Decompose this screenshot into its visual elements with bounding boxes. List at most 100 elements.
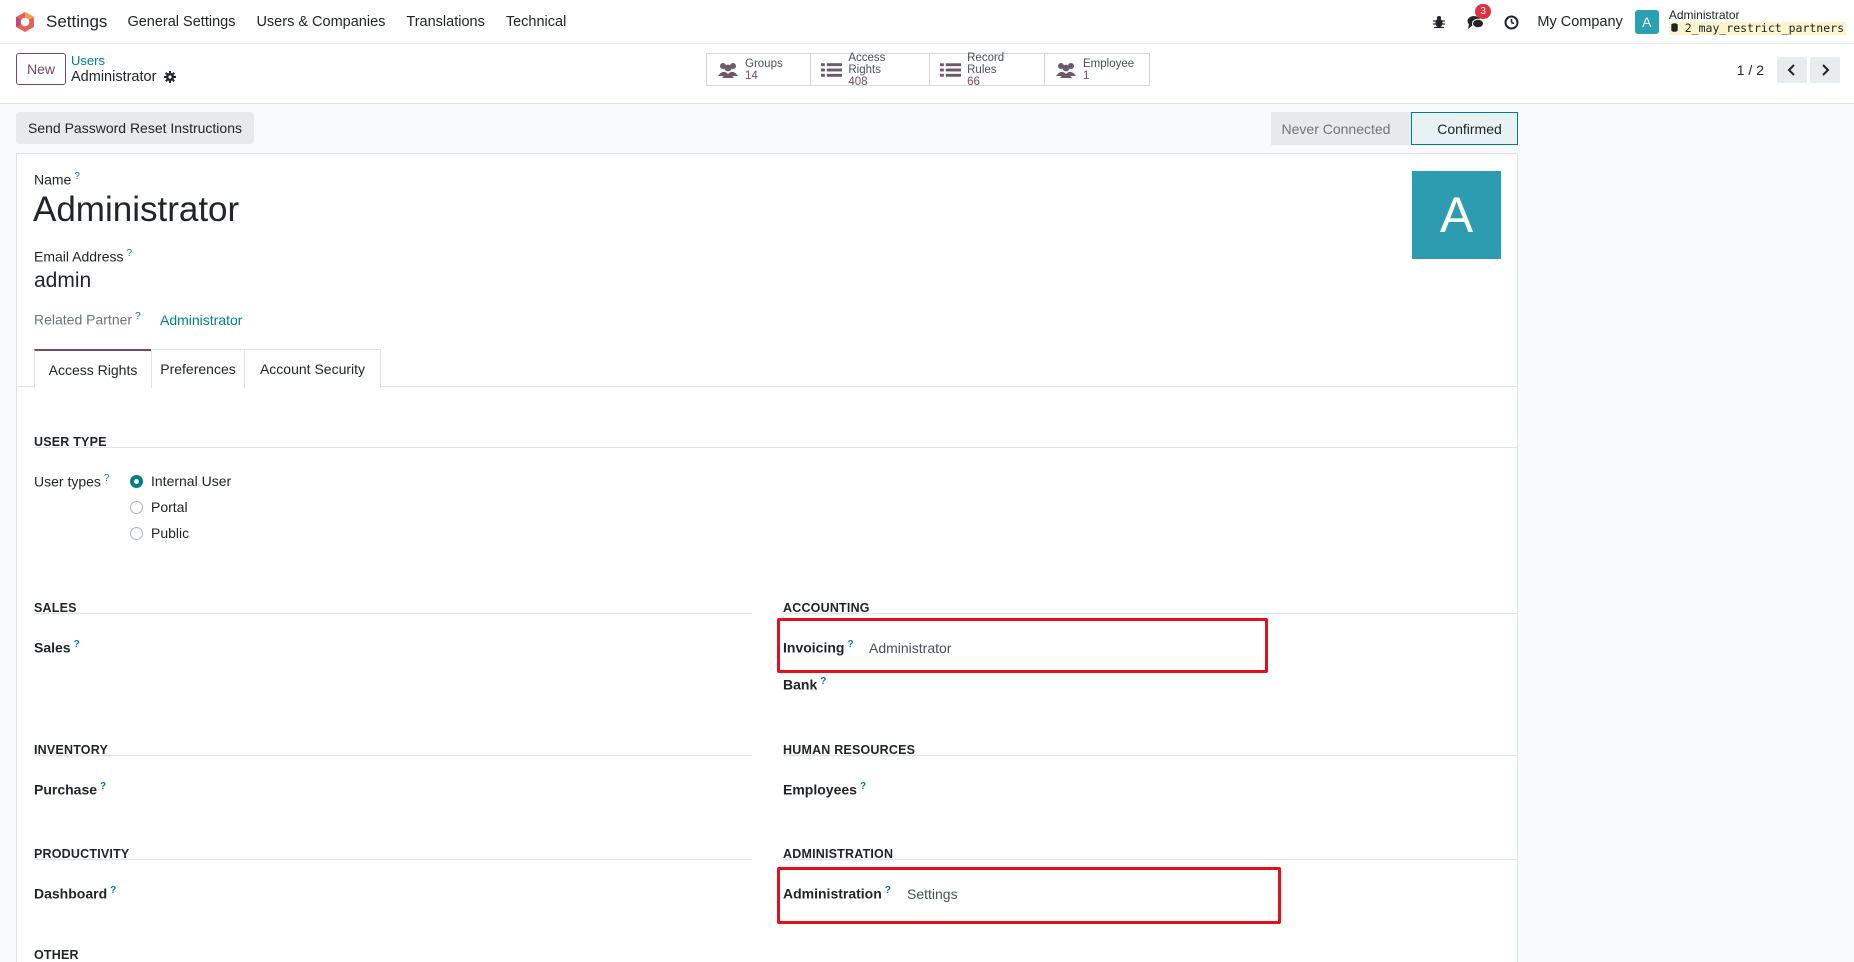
user-avatar-image[interactable]: A (1412, 171, 1501, 259)
section-divider (34, 755, 752, 756)
status-never-connected[interactable]: Never Connected (1271, 112, 1411, 145)
administration-highlight-box (777, 867, 1281, 924)
breadcrumb-current-label: Administrator (71, 69, 157, 85)
related-partner-label-text: Related Partner (34, 311, 133, 328)
status-confirmed[interactable]: Confirmed (1411, 112, 1518, 145)
list-icon (940, 62, 962, 77)
company-switcher[interactable]: My Company (1537, 14, 1622, 30)
access-rights-stat-button[interactable]: Access Rights 408 (811, 51, 930, 88)
email-label-text: Email Address (34, 248, 124, 265)
radio-label: Internal User (151, 473, 232, 489)
help-tooltip-icon[interactable]: ? (110, 885, 116, 896)
user-types-label-text: User types (34, 473, 101, 490)
chevron-left-icon (1787, 64, 1795, 76)
section-divider (783, 613, 1518, 614)
help-tooltip-icon[interactable]: ? (860, 781, 866, 792)
stat-label: Employee (1083, 57, 1135, 70)
email-label: Email Address? (34, 248, 132, 265)
control-panel: New Users Administrator Groups 14 Access … (0, 44, 1854, 104)
record-rules-stat-button[interactable]: Record Rules 66 (930, 51, 1045, 88)
form-sheet: Name? Administrator Email Address? admin… (16, 153, 1518, 962)
tab-preferences[interactable]: Preferences (151, 349, 245, 388)
email-field[interactable]: admin (34, 269, 91, 293)
radio-empty-icon (130, 526, 143, 540)
section-divider (783, 859, 1518, 860)
bank-label: Bank? (783, 676, 826, 693)
help-tooltip-icon[interactable]: ? (74, 171, 80, 182)
messages-badge: 3 (1475, 4, 1491, 19)
smart-buttons: Groups 14 Access Rights 408 Record Rules 66… (706, 51, 1150, 88)
user-avatar[interactable]: A (1634, 10, 1659, 34)
chevron-right-icon (1822, 64, 1830, 76)
menu-technical[interactable]: Technical (506, 14, 566, 30)
pager-next-button[interactable] (1810, 57, 1840, 83)
radio-empty-icon (130, 500, 143, 514)
invoicing-highlight-box (777, 618, 1268, 673)
help-tooltip-icon[interactable]: ? (100, 781, 106, 792)
related-partner-label: Related Partner? (34, 311, 141, 328)
name-label: Name? (34, 171, 80, 188)
app-name[interactable]: Settings (46, 12, 107, 32)
radio-public[interactable]: Public (130, 525, 189, 541)
tab-access-rights[interactable]: Access Rights (34, 349, 152, 388)
database-icon (1671, 23, 1678, 32)
section-divider (783, 755, 1518, 756)
stat-value: 1 (1083, 69, 1090, 82)
user-types-label: User types? (34, 473, 109, 490)
sales-label: Sales? (34, 639, 80, 656)
pager-value[interactable]: 1 / 2 (1737, 62, 1764, 78)
systray: 3 My Company A Administrator 2_may_restr… (1429, 0, 1854, 44)
purchase-label-text: Purchase (34, 781, 98, 798)
related-partner-link[interactable]: Administrator (160, 312, 242, 328)
messages-chat-icon[interactable]: 3 (1465, 4, 1491, 32)
stat-label: Access Rights (848, 51, 886, 76)
employee-stat-button[interactable]: Employee 1 (1045, 54, 1149, 85)
breadcrumb-current: Administrator (71, 69, 177, 85)
name-field[interactable]: Administrator (33, 190, 239, 230)
radio-selected-icon (130, 474, 143, 488)
help-tooltip-icon[interactable]: ? (820, 676, 826, 687)
radio-label: Portal (151, 499, 188, 515)
help-tooltip-icon[interactable]: ? (104, 473, 110, 484)
activity-clock-icon[interactable] (1501, 12, 1521, 32)
purchase-label: Purchase? (34, 781, 106, 798)
employees-label-text: Employees (783, 781, 857, 798)
pager-previous-button[interactable] (1777, 57, 1807, 83)
radio-internal-user[interactable]: Internal User (130, 473, 231, 489)
section-divider (34, 859, 752, 860)
help-tooltip-icon[interactable]: ? (135, 311, 141, 322)
help-tooltip-icon[interactable]: ? (74, 639, 80, 650)
notebook-tabs: Access Rights Preferences Account Securi… (17, 349, 1517, 388)
list-icon (821, 62, 843, 77)
new-button[interactable]: New (16, 53, 66, 85)
debug-bug-icon[interactable] (1429, 12, 1449, 32)
tab-account-security[interactable]: Account Security (244, 349, 381, 388)
bank-label-text: Bank (783, 676, 818, 693)
pager: 1 / 2 (1737, 57, 1840, 83)
odoo-logo-icon[interactable] (14, 11, 36, 33)
user-menu[interactable]: Administrator 2_may_restrict_partners (1668, 9, 1846, 35)
database-name-text: 2_may_restrict_partners (1684, 21, 1844, 35)
menu-general-settings[interactable]: General Settings (127, 14, 235, 30)
menu-translations[interactable]: Translations (406, 14, 484, 30)
stat-value: 14 (745, 69, 758, 82)
section-divider (34, 447, 1518, 448)
stat-value: 66 (967, 75, 980, 88)
section-divider (34, 613, 752, 614)
stat-label: Record Rules (967, 51, 1005, 76)
employees-label: Employees? (783, 781, 866, 798)
database-name: 2_may_restrict_partners (1668, 21, 1846, 35)
gear-icon[interactable] (164, 71, 177, 83)
menu-users-companies[interactable]: Users & Companies (256, 14, 385, 30)
stat-label: Groups (745, 57, 783, 70)
send-password-reset-button[interactable]: Send Password Reset Instructions (16, 112, 254, 144)
radio-portal[interactable]: Portal (130, 499, 188, 515)
top-navbar: Settings General Settings Users & Compan… (0, 0, 1854, 44)
status-bar: Never Connected Confirmed (1271, 112, 1518, 145)
name-label-text: Name (34, 171, 72, 188)
groups-stat-button[interactable]: Groups 14 (707, 54, 811, 85)
radio-label: Public (151, 525, 190, 541)
help-tooltip-icon[interactable]: ? (126, 248, 132, 259)
users-icon (718, 62, 738, 78)
breadcrumb-users[interactable]: Users (71, 53, 176, 69)
